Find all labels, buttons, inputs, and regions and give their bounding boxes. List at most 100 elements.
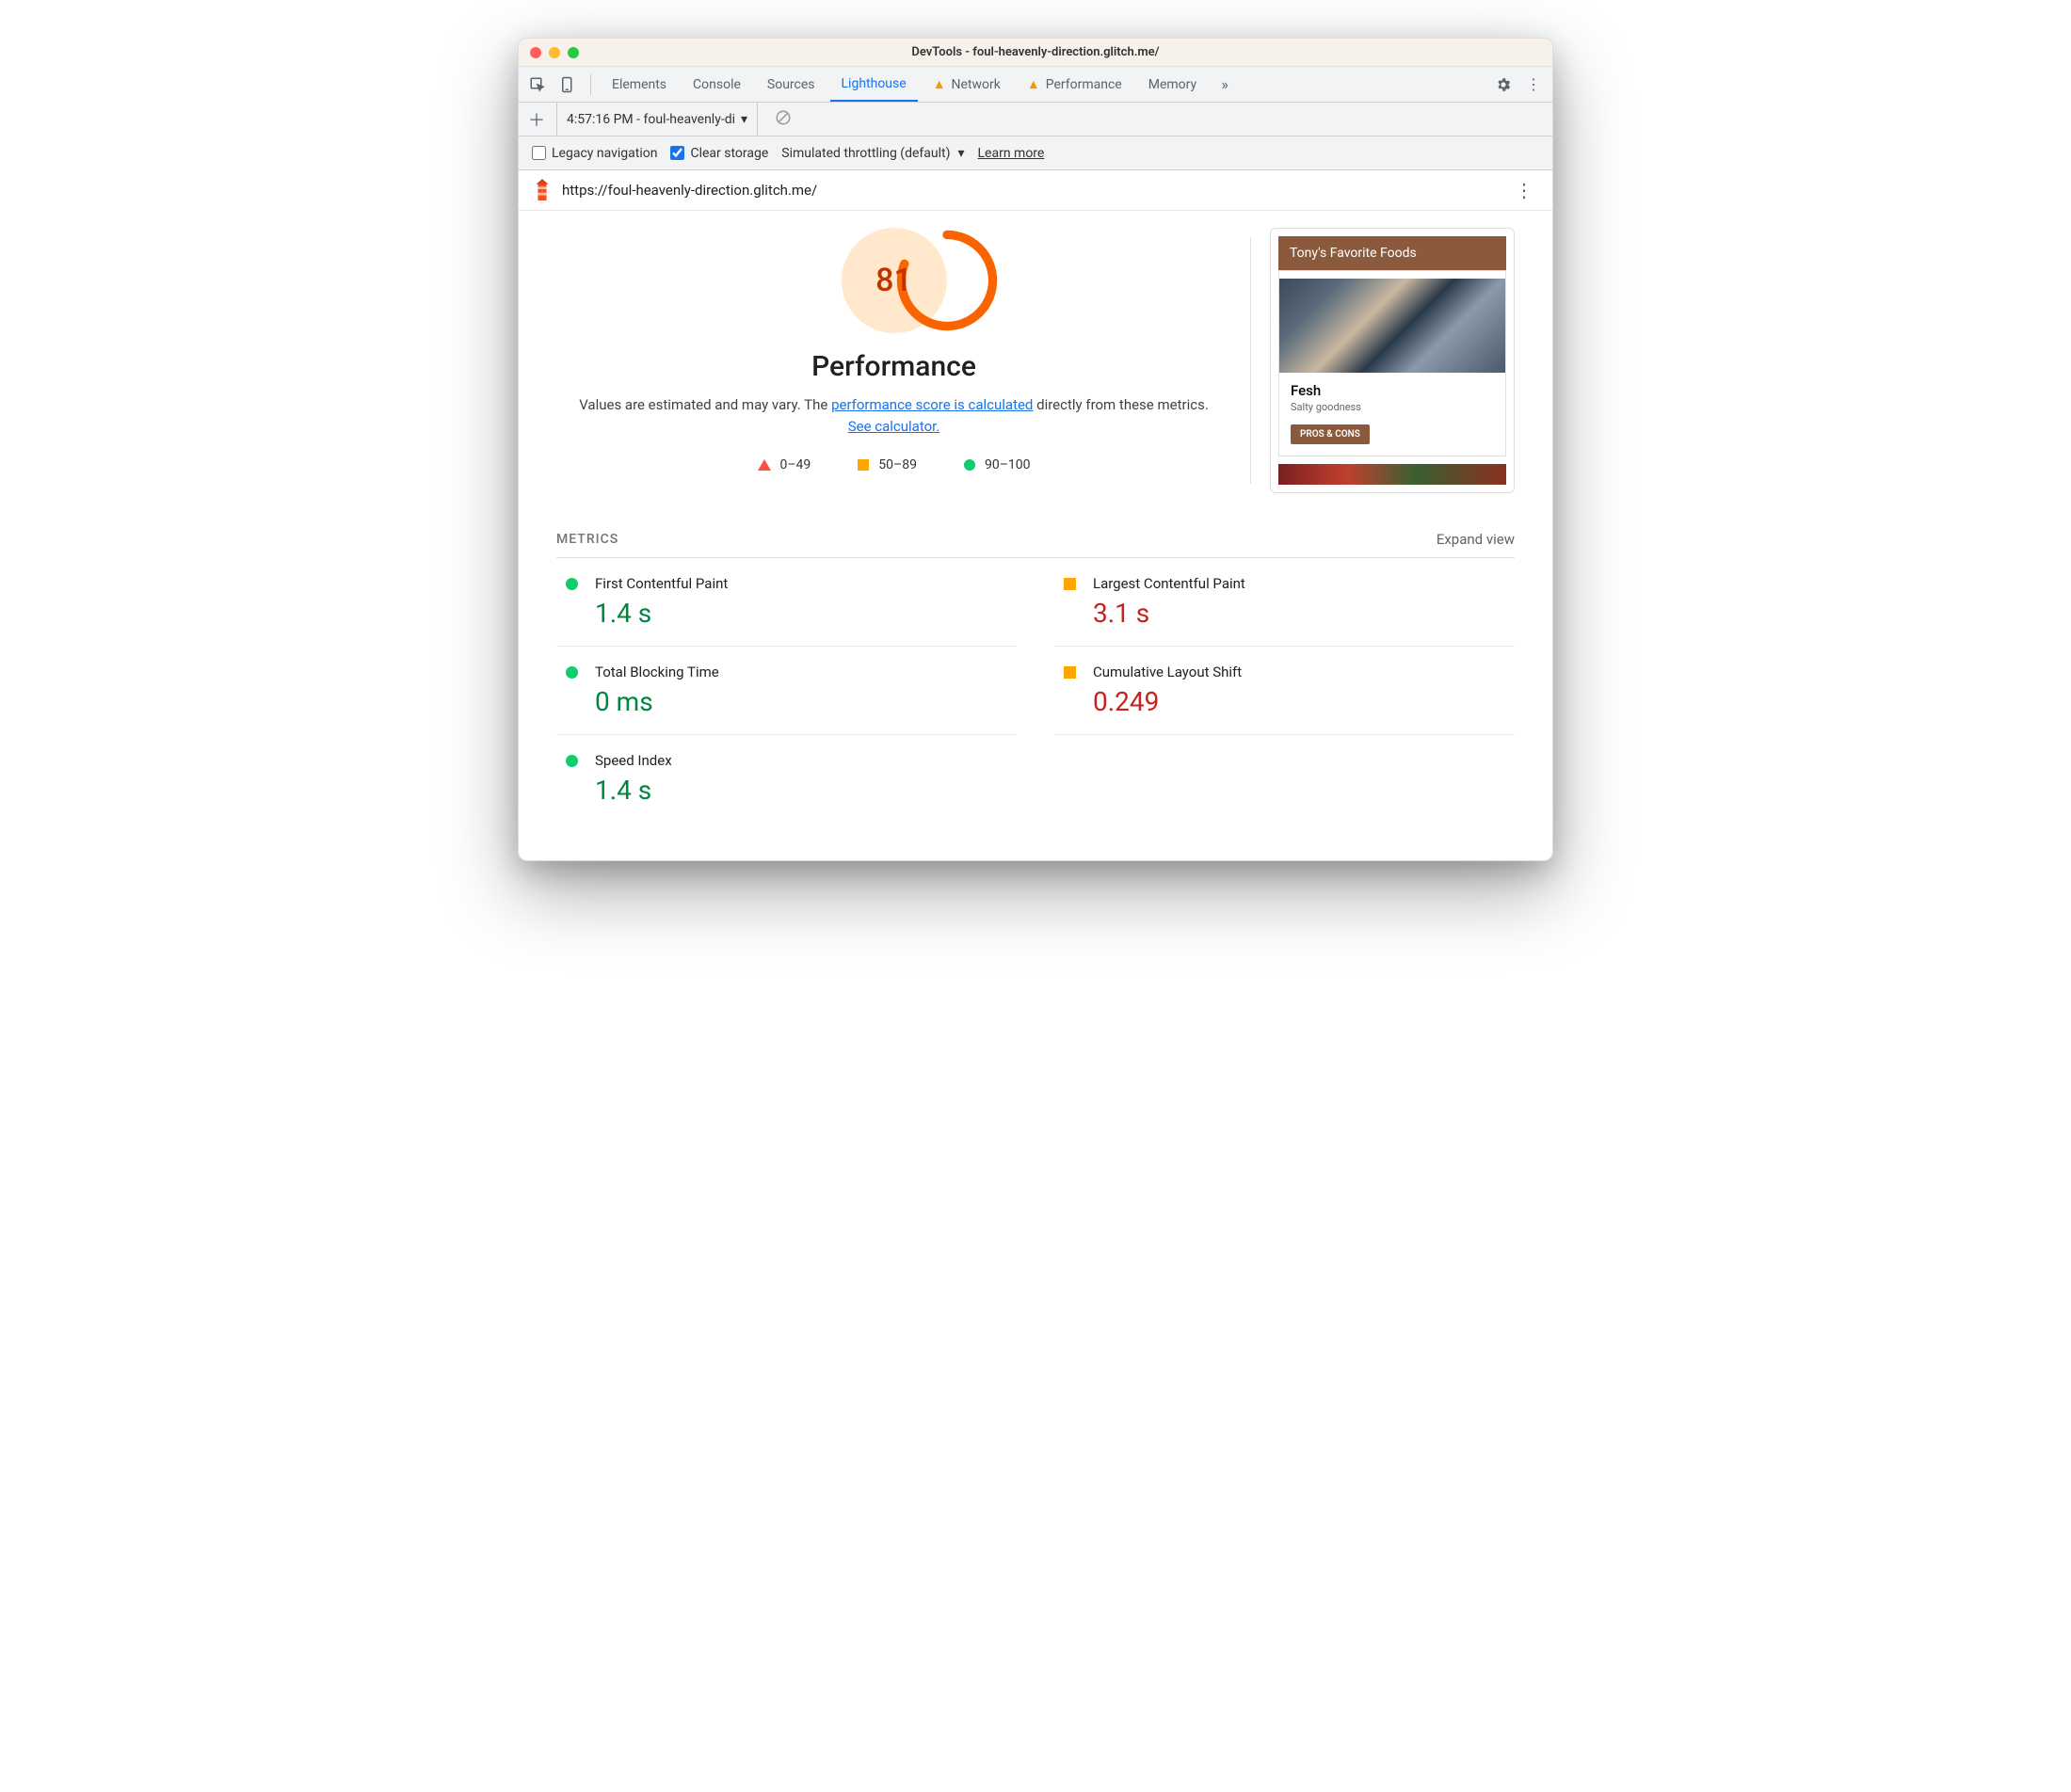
desc-text: Values are estimated and may vary. The (579, 396, 831, 413)
tab-label: Sources (767, 77, 815, 92)
chevron-down-icon: ▾ (957, 146, 964, 161)
kebab-icon[interactable]: ⋮ (1520, 72, 1547, 98)
clear-storage-checkbox[interactable]: Clear storage (670, 146, 768, 161)
metric-cls[interactable]: Cumulative Layout Shift 0.249 (1054, 647, 1515, 735)
warning-icon: ▲ (1027, 76, 1040, 92)
calculator-link[interactable]: See calculator. (848, 418, 940, 435)
maximize-icon[interactable] (568, 47, 579, 58)
metric-fcp[interactable]: First Contentful Paint 1.4 s (556, 558, 1017, 647)
preview-card-title: Fesh (1279, 373, 1505, 401)
circle-icon (566, 755, 578, 767)
triangle-icon (758, 459, 771, 471)
divider (1250, 237, 1251, 484)
circle-icon (964, 459, 975, 471)
legacy-nav-checkbox[interactable]: Legacy navigation (532, 146, 657, 161)
desc-text: directly from these metrics. (1033, 396, 1208, 413)
report-selector-label: 4:57:16 PM - foul-heavenly-di (567, 112, 735, 127)
page-preview: Tony's Favorite Foods Fesh Salty goodnes… (1270, 228, 1515, 493)
new-report-button[interactable]: ＋ (528, 107, 545, 132)
metric-name: Largest Contentful Paint (1093, 575, 1245, 592)
metric-name: Cumulative Layout Shift (1093, 664, 1242, 680)
chevron-down-icon: ▾ (741, 112, 747, 127)
close-icon[interactable] (530, 47, 541, 58)
metric-value: 1.4 s (595, 598, 1017, 629)
metric-lcp[interactable]: Largest Contentful Paint 3.1 s (1054, 558, 1515, 647)
tab-label: Memory (1148, 77, 1196, 92)
tab-label: Lighthouse (842, 76, 907, 91)
metrics-header: METRICS Expand view (556, 512, 1515, 558)
preview-food-card: Fesh Salty goodness PROS & CONS (1278, 270, 1506, 456)
tab-sources[interactable]: Sources (756, 67, 827, 102)
score-calc-link[interactable]: performance score is calculated (831, 396, 1033, 413)
metric-tbt[interactable]: Total Blocking Time 0 ms (556, 647, 1017, 735)
checkbox-input[interactable] (532, 146, 546, 160)
device-toggle-icon[interactable] (554, 72, 581, 98)
devtools-window: DevTools - foul-heavenly-direction.glitc… (518, 38, 1553, 861)
square-icon (1064, 578, 1076, 590)
tab-elements[interactable]: Elements (601, 67, 678, 102)
lighthouse-icon (532, 178, 553, 202)
minimize-icon[interactable] (549, 47, 560, 58)
traffic-lights (530, 47, 579, 58)
titlebar: DevTools - foul-heavenly-direction.glitc… (519, 39, 1552, 67)
preview-card-subtitle: Salty goodness (1279, 401, 1505, 423)
report-summary: 81 Performance Values are estimated and … (519, 211, 1552, 503)
score-legend: 0–49 50–89 90–100 (556, 457, 1231, 472)
report-urlbar: https://foul-heavenly-direction.glitch.m… (519, 170, 1552, 211)
preview-image (1278, 464, 1506, 485)
divider (590, 74, 591, 95)
metric-name: Speed Index (595, 752, 672, 769)
square-icon (858, 459, 869, 471)
metric-value: 1.4 s (595, 775, 1017, 806)
metrics-grid: First Contentful Paint 1.4 s Largest Con… (556, 558, 1515, 823)
square-icon (1064, 666, 1076, 679)
checkbox-label: Legacy navigation (552, 146, 657, 161)
kebab-icon[interactable]: ⋮ (1509, 179, 1539, 201)
metric-value: 3.1 s (1093, 598, 1515, 629)
tab-label: Network (952, 77, 1001, 92)
inspect-icon[interactable] (524, 72, 551, 98)
legend-pass: 90–100 (964, 457, 1031, 472)
preview-card: Tony's Favorite Foods Fesh Salty goodnes… (1270, 228, 1515, 493)
legend-label: 0–49 (780, 457, 811, 472)
tab-network[interactable]: ▲ Network (922, 67, 1012, 102)
lighthouse-options: Legacy navigation Clear storage Simulate… (519, 136, 1552, 170)
gear-icon[interactable] (1490, 72, 1517, 98)
clear-icon[interactable] (775, 109, 792, 130)
score-panel: 81 Performance Values are estimated and … (556, 228, 1231, 493)
tab-console[interactable]: Console (682, 67, 752, 102)
tab-performance[interactable]: ▲ Performance (1016, 67, 1133, 102)
circle-icon (566, 666, 578, 679)
tab-label: Console (693, 77, 741, 92)
preview-header: Tony's Favorite Foods (1278, 236, 1506, 270)
report-selector[interactable]: 4:57:16 PM - foul-heavenly-di ▾ (556, 103, 758, 136)
lighthouse-toolbar: ＋ 4:57:16 PM - foul-heavenly-di ▾ (519, 103, 1552, 136)
legend-label: 50–89 (878, 457, 917, 472)
throttling-select[interactable]: Simulated throttling (default) ▾ (781, 146, 964, 161)
learn-more-link[interactable]: Learn more (978, 146, 1045, 161)
pros-cons-button: PROS & CONS (1291, 424, 1370, 444)
metric-name: Total Blocking Time (595, 664, 719, 680)
checkbox-input[interactable] (670, 146, 684, 160)
warning-icon: ▲ (933, 76, 946, 92)
metric-value: 0 ms (595, 686, 1017, 717)
report-url: https://foul-heavenly-direction.glitch.m… (562, 182, 1500, 199)
tab-lighthouse[interactable]: Lighthouse (830, 67, 918, 102)
expand-view-button[interactable]: Expand view (1437, 531, 1515, 548)
legend-label: 90–100 (985, 457, 1031, 472)
more-tabs-icon[interactable]: » (1212, 72, 1238, 98)
panel-tabstrip: Elements Console Sources Lighthouse ▲ Ne… (519, 67, 1552, 103)
metric-value: 0.249 (1093, 686, 1515, 717)
metrics-heading: METRICS (556, 532, 618, 547)
gauge-score: 81 (842, 228, 947, 333)
score-description: Values are estimated and may vary. The p… (556, 394, 1231, 437)
throttle-label: Simulated throttling (default) (781, 146, 950, 161)
metric-name: First Contentful Paint (595, 575, 728, 592)
category-title: Performance (556, 350, 1231, 383)
performance-gauge[interactable]: 81 (842, 228, 947, 333)
metric-si[interactable]: Speed Index 1.4 s (556, 735, 1017, 823)
preview-image (1279, 279, 1505, 373)
window-title: DevTools - foul-heavenly-direction.glitc… (519, 45, 1552, 59)
legend-avg: 50–89 (858, 457, 917, 472)
tab-memory[interactable]: Memory (1137, 67, 1208, 102)
